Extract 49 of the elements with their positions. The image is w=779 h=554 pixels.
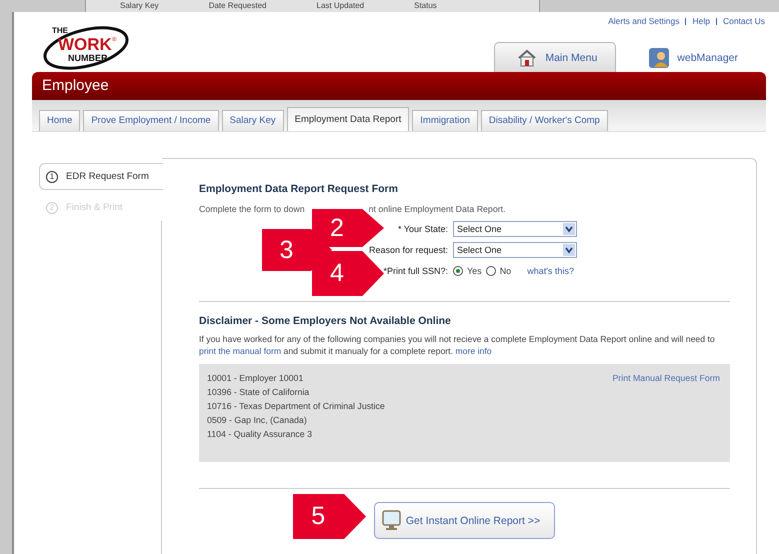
- company-item: 1104 - Quality Assurance 3: [207, 429, 313, 439]
- field-label: * Your State:: [398, 224, 448, 234]
- step-item[interactable]: 1 EDR Request Form: [39, 163, 163, 190]
- tab[interactable]: Disability / Worker's Comp: [480, 110, 608, 131]
- logo-text: NUMBER: [68, 53, 108, 63]
- intro-text: Complete the form to down: [199, 204, 305, 214]
- section-title: Employee: [41, 76, 109, 96]
- radio-label[interactable]: No: [500, 266, 512, 276]
- disclaimer-title: Disclaimer - Some Employers Not Available Online: [199, 315, 452, 327]
- column-header: Status: [414, 0, 437, 12]
- tab[interactable]: Home: [39, 110, 80, 131]
- text-link[interactable]: print the manual form: [199, 346, 282, 356]
- user-icon: [649, 48, 670, 68]
- form-title: Employment Data Report Request Form: [199, 183, 399, 195]
- print-form-link[interactable]: Print Manual Request Form: [612, 373, 720, 383]
- tab[interactable]: Prove Employment / Income: [83, 110, 219, 131]
- field-label: *Print full SSN?:: [383, 266, 448, 276]
- get-report-button[interactable]: Get Instant Online Report >>: [374, 502, 556, 539]
- column-header: Salary Key: [120, 0, 159, 12]
- nav-tab[interactable]: webManager: [626, 42, 757, 72]
- header-link[interactable]: Alerts and Settings: [608, 16, 680, 26]
- monitor-icon: [382, 510, 401, 530]
- radio-label[interactable]: Yes: [467, 266, 482, 276]
- logo-text: THE: [52, 26, 68, 35]
- radio-button[interactable]: [453, 266, 463, 276]
- logo-text: WORK: [58, 35, 112, 54]
- header-link[interactable]: Contact Us: [722, 16, 765, 26]
- nav-tab[interactable]: Main Menu: [494, 42, 616, 72]
- house-icon: [518, 49, 536, 66]
- tab[interactable]: Immigration: [412, 110, 478, 131]
- header-link[interactable]: Help: [692, 16, 710, 26]
- company-item: 10396 - State of California: [207, 387, 310, 397]
- dropdown-field[interactable]: Select One: [453, 242, 577, 258]
- tab[interactable]: Employment Data Report: [286, 107, 410, 131]
- company-item: 10001 - Employer 10001: [207, 373, 304, 383]
- column-header: Last Updated: [316, 0, 364, 12]
- company-item: 0509 - Gap Inc, (Canada): [207, 415, 308, 425]
- text-link[interactable]: more info: [455, 346, 492, 356]
- intro-text: nt online Employment Data Report.: [368, 204, 506, 214]
- chevron-down-icon: [563, 222, 575, 234]
- logo-swoosh-icon: [44, 26, 128, 70]
- dropdown-field[interactable]: Select One: [453, 220, 577, 236]
- column-header: Date Requested: [208, 0, 267, 12]
- chevron-down-icon: [563, 244, 575, 256]
- radio-button[interactable]: [486, 266, 496, 276]
- tab[interactable]: Salary Key: [222, 110, 284, 131]
- whats-this-link[interactable]: what's this?: [527, 266, 574, 276]
- company-item: 10716 - Texas Department of Criminal Justice: [207, 401, 386, 411]
- disclaimer-text: If you have worked for any of the following companies you will not recieve a complete Employment Data Report online and will need to print the manual form and submit it manualy for a complete report. more info: [199, 333, 716, 357]
